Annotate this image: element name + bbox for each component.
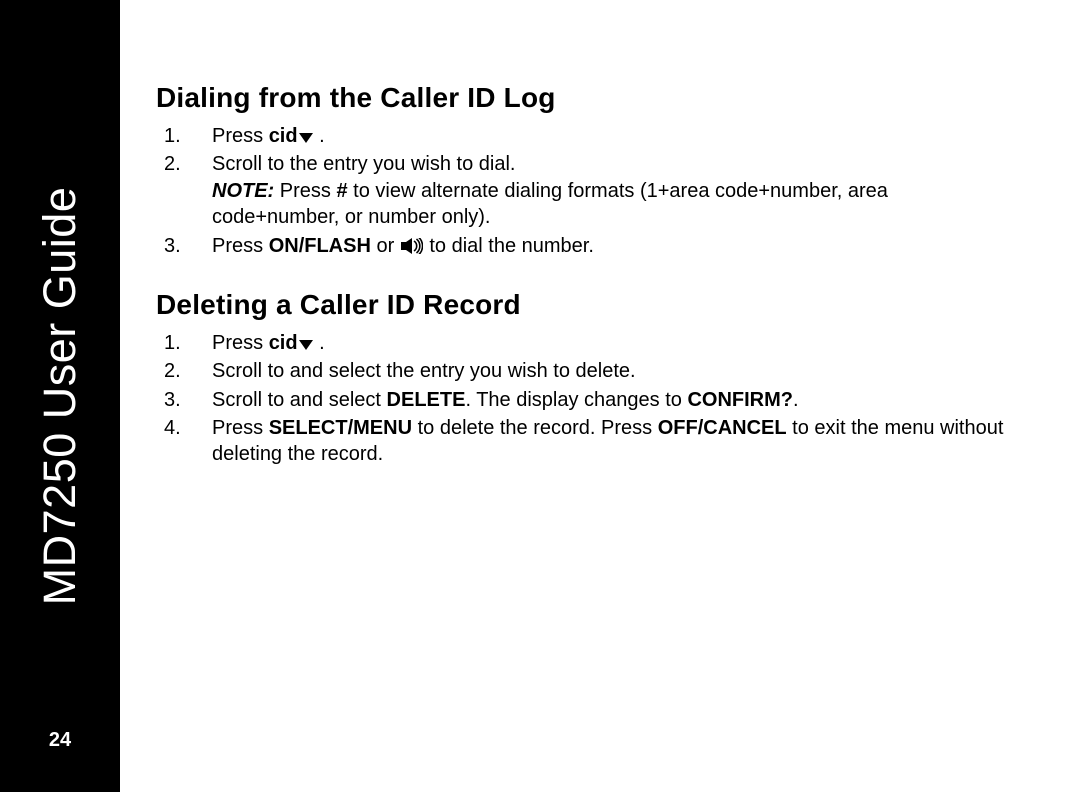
key-label: cid	[269, 125, 298, 147]
step-text: Scroll to and select the entry you wish …	[212, 360, 636, 382]
list-item: Press ON/FLASH or to dial the number.	[156, 233, 1020, 259]
key-label: CONFIRM?	[687, 389, 793, 411]
step-text: Press	[212, 417, 269, 439]
note-label: NOTE:	[212, 180, 274, 202]
step-text: .	[793, 389, 799, 411]
arrow-down-icon	[299, 133, 313, 143]
arrow-down-icon	[299, 340, 313, 350]
step-text: .	[314, 332, 325, 354]
document-page: MD7250 User Guide 24 Dialing from the Ca…	[0, 0, 1080, 792]
list-item: Scroll to and select DELETE. The display…	[156, 387, 1020, 413]
step-text: Scroll to the entry you wish to dial.	[212, 153, 515, 175]
speaker-icon	[401, 238, 423, 254]
list-item: Scroll to and select the entry you wish …	[156, 358, 1020, 384]
section-heading: Deleting a Caller ID Record	[156, 287, 1020, 324]
key-label: SELECT/MENU	[269, 417, 412, 439]
key-label: ON/FLASH	[269, 235, 371, 257]
step-text: to delete the record. Press	[412, 417, 658, 439]
page-number: 24	[0, 729, 120, 752]
step-text: or	[371, 235, 400, 257]
step-text: Press	[274, 180, 336, 202]
list-item: Press cid .	[156, 330, 1020, 356]
list-item: Press cid .	[156, 123, 1020, 149]
document-title: MD7250 User Guide	[34, 187, 86, 606]
main-content: Dialing from the Caller ID Log Press cid…	[120, 0, 1080, 792]
list-item: Scroll to the entry you wish to dial. NO…	[156, 151, 1020, 230]
step-list: Press cid . Scroll to and select the ent…	[156, 330, 1020, 468]
key-label: #	[336, 180, 347, 202]
step-text: .	[314, 125, 325, 147]
sidebar: MD7250 User Guide 24	[0, 0, 120, 792]
step-text: Press	[212, 125, 269, 147]
step-text: Press	[212, 332, 269, 354]
step-text: Press	[212, 235, 269, 257]
key-label: OFF/CANCEL	[658, 417, 787, 439]
step-text: to dial the number.	[424, 235, 594, 257]
key-label: cid	[269, 332, 298, 354]
step-text: Scroll to and select	[212, 389, 387, 411]
section-heading: Dialing from the Caller ID Log	[156, 80, 1020, 117]
key-label: DELETE	[387, 389, 466, 411]
list-item: Press SELECT/MENU to delete the record. …	[156, 415, 1020, 468]
step-text: . The display changes to	[465, 389, 687, 411]
step-list: Press cid . Scroll to the entry you wish…	[156, 123, 1020, 259]
